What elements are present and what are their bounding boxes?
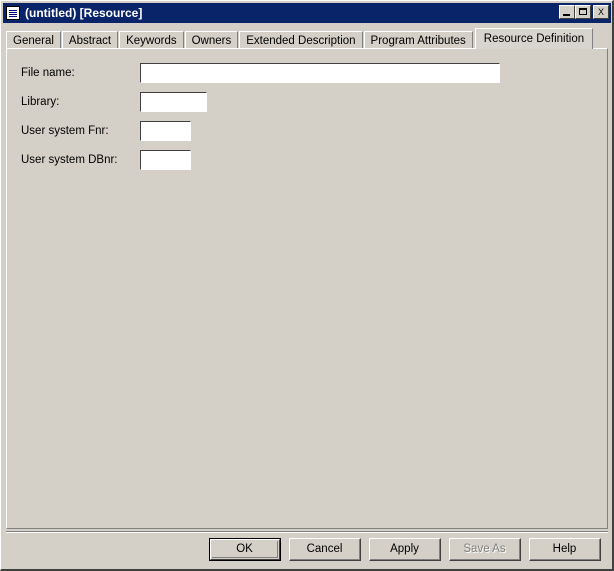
user-system-fnr-input-wrap[interactable]: [140, 121, 191, 141]
tab-label: Owners: [192, 35, 232, 47]
tab-strip: General Abstract Keywords Owners Extende…: [6, 29, 595, 49]
cancel-button-label: Cancel: [290, 539, 360, 560]
tab-resource-definition[interactable]: Resource Definition: [475, 28, 593, 49]
help-button[interactable]: Help: [529, 538, 601, 561]
window-controls: X: [559, 5, 609, 19]
dialog-window: (untitled) [Resource] X General Abstract…: [0, 0, 614, 571]
tab-general[interactable]: General: [6, 31, 61, 49]
user-system-dbnr-input-wrap[interactable]: [140, 150, 191, 170]
tab-extended-description[interactable]: Extended Description: [239, 31, 362, 49]
library-input[interactable]: [142, 94, 205, 110]
file-name-input-wrap[interactable]: [140, 63, 500, 83]
ok-button[interactable]: OK: [209, 538, 281, 561]
ok-button-label: OK: [212, 541, 278, 558]
help-button-label: Help: [530, 539, 600, 560]
tab-label: Program Attributes: [371, 35, 466, 47]
minimize-icon: [563, 14, 570, 16]
close-icon: X: [594, 6, 608, 18]
user-system-dbnr-input[interactable]: [142, 152, 189, 168]
document-lines-icon: [6, 6, 20, 20]
tab-abstract[interactable]: Abstract: [62, 31, 118, 49]
user-system-dbnr-label: User system DBnr:: [21, 154, 118, 166]
field-row-library: Library:: [21, 96, 59, 108]
tab-program-attributes[interactable]: Program Attributes: [364, 31, 473, 49]
maximize-icon: [579, 8, 587, 15]
tab-content-panel: File name: Library: User system Fnr: Use…: [6, 48, 608, 529]
library-input-wrap[interactable]: [140, 92, 207, 112]
button-bar: OK Cancel Apply Save As Help: [209, 538, 601, 561]
save-as-button: Save As: [449, 538, 521, 561]
minimize-button[interactable]: [559, 5, 575, 19]
cancel-button[interactable]: Cancel: [289, 538, 361, 561]
field-row-user-system-dbnr: User system DBnr:: [21, 154, 118, 166]
title-bar: (untitled) [Resource] X: [3, 3, 611, 23]
library-label: Library:: [21, 96, 59, 108]
field-row-user-system-fnr: User system Fnr:: [21, 125, 109, 137]
file-name-label: File name:: [21, 67, 75, 79]
button-bar-separator: [6, 531, 608, 533]
tab-label: Extended Description: [246, 35, 355, 47]
tab-label: Resource Definition: [484, 33, 584, 45]
field-row-file-name: File name:: [21, 67, 75, 79]
close-button[interactable]: X: [593, 5, 609, 19]
tab-label: General: [13, 35, 54, 47]
file-name-input[interactable]: [142, 65, 498, 81]
maximize-button[interactable]: [575, 5, 591, 19]
apply-button[interactable]: Apply: [369, 538, 441, 561]
apply-button-label: Apply: [370, 539, 440, 560]
tab-keywords[interactable]: Keywords: [119, 31, 184, 49]
tab-label: Abstract: [69, 35, 111, 47]
user-system-fnr-input[interactable]: [142, 123, 189, 139]
tab-owners[interactable]: Owners: [185, 31, 239, 49]
tab-label: Keywords: [126, 35, 177, 47]
window-title: (untitled) [Resource]: [25, 6, 142, 20]
save-as-button-label: Save As: [450, 539, 520, 560]
user-system-fnr-label: User system Fnr:: [21, 125, 109, 137]
